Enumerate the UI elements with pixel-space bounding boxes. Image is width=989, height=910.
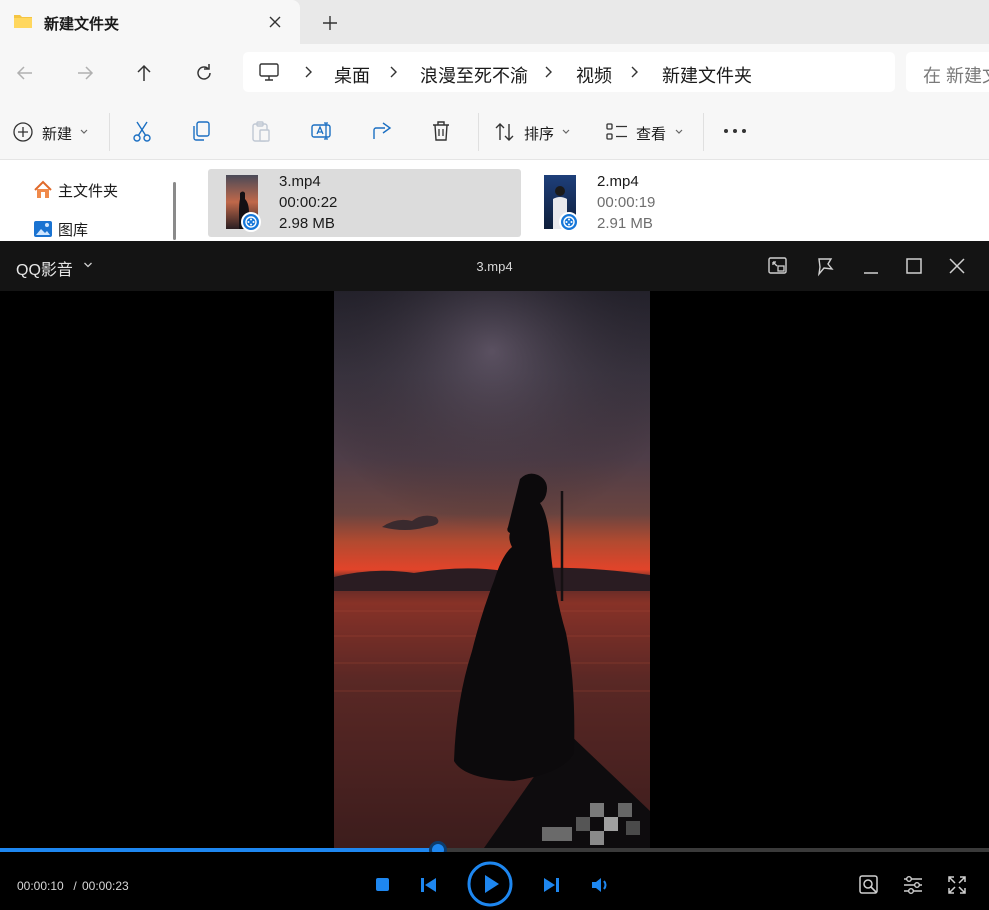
maximize-icon[interactable] bbox=[903, 255, 925, 277]
file-explorer-window: 新建文件夹 桌面 浪漫至死不渝 视频 新建文件夹 在 新建 新建 排序 查看 主… bbox=[0, 0, 989, 242]
navigation-bar: 桌面 浪漫至死不渝 视频 新建文件夹 在 新建文 bbox=[0, 44, 989, 102]
file-size: 2.98 MB bbox=[279, 215, 335, 232]
tab-bar: 新建文件夹 bbox=[0, 0, 989, 44]
close-icon[interactable] bbox=[946, 255, 968, 277]
sort-button[interactable]: 排序 bbox=[524, 123, 554, 144]
time-separator: / bbox=[70, 879, 81, 893]
toolbar-divider bbox=[703, 113, 704, 151]
forward-arrow-icon[interactable] bbox=[73, 61, 97, 85]
qq-player-badge-icon bbox=[559, 212, 579, 232]
current-time: 00:00:10 bbox=[17, 879, 64, 893]
play-button[interactable] bbox=[467, 861, 513, 907]
fullscreen-icon[interactable] bbox=[946, 874, 968, 896]
chevron-right-icon[interactable] bbox=[542, 64, 556, 80]
view-button[interactable]: 查看 bbox=[636, 123, 666, 144]
video-frame[interactable] bbox=[334, 291, 650, 848]
file-name: 2.mp4 bbox=[597, 173, 639, 190]
chevron-down-icon[interactable] bbox=[79, 128, 89, 136]
file-item[interactable]: 2.mp4 00:00:19 2.91 MB bbox=[526, 169, 839, 237]
qq-player-badge-icon bbox=[241, 212, 261, 232]
player-title-bar: QQ影音 3.mp4 bbox=[0, 241, 989, 291]
video-title: 3.mp4 bbox=[476, 259, 513, 274]
copy-icon[interactable] bbox=[190, 119, 212, 143]
video-player-window: QQ影音 3.mp4 00:00:10 / 00:00:23 bbox=[0, 241, 989, 910]
file-name: 3.mp4 bbox=[279, 173, 321, 190]
file-size: 2.91 MB bbox=[597, 215, 653, 232]
chevron-right-icon[interactable] bbox=[387, 64, 401, 80]
tab-new-folder[interactable]: 新建文件夹 bbox=[0, 0, 300, 44]
up-arrow-icon[interactable] bbox=[132, 61, 156, 85]
previous-icon[interactable] bbox=[420, 877, 438, 893]
mini-mode-icon[interactable] bbox=[767, 255, 789, 277]
back-arrow-icon[interactable] bbox=[13, 61, 37, 85]
close-tab-icon[interactable] bbox=[264, 11, 286, 33]
file-duration: 00:00:19 bbox=[597, 194, 656, 211]
chevron-down-icon[interactable] bbox=[561, 128, 571, 136]
gallery-icon bbox=[33, 219, 53, 239]
sort-icon[interactable] bbox=[494, 121, 516, 143]
sidebar-scrollbar[interactable] bbox=[173, 182, 176, 240]
address-breadcrumb[interactable]: 桌面 浪漫至死不渝 视频 新建文件夹 bbox=[243, 52, 895, 92]
chevron-right-icon[interactable] bbox=[628, 64, 642, 80]
pin-on-top-icon[interactable] bbox=[815, 255, 837, 277]
toolbar-divider bbox=[478, 113, 479, 151]
file-view: 主文件夹 图库 3.mp4 00:00:22 2.98 MB 2.mp4 00:… bbox=[0, 160, 989, 242]
home-icon bbox=[33, 180, 53, 200]
screenshot-search-icon[interactable] bbox=[858, 874, 880, 896]
cut-icon[interactable] bbox=[131, 119, 153, 143]
next-icon[interactable] bbox=[542, 877, 560, 893]
sidebar-item-label: 图库 bbox=[58, 222, 89, 239]
search-input[interactable]: 在 新建文 bbox=[906, 52, 989, 92]
chevron-down-icon[interactable] bbox=[674, 128, 684, 136]
toolbar-divider bbox=[109, 113, 110, 151]
chevron-right-icon[interactable] bbox=[302, 64, 316, 80]
share-icon[interactable] bbox=[370, 119, 394, 143]
delete-icon[interactable] bbox=[430, 119, 452, 143]
volume-icon[interactable] bbox=[590, 876, 612, 894]
breadcrumb-item[interactable]: 浪漫至死不渝 bbox=[420, 62, 528, 88]
view-list-icon[interactable] bbox=[606, 122, 628, 142]
playback-controls: 00:00:10 / 00:00:23 bbox=[0, 852, 989, 910]
new-button[interactable]: 新建 bbox=[42, 123, 72, 144]
search-placeholder: 在 新建文 bbox=[923, 66, 989, 86]
folder-icon bbox=[13, 12, 33, 30]
more-options-icon[interactable] bbox=[723, 128, 747, 134]
new-tab-button[interactable] bbox=[318, 11, 342, 35]
sidebar-item-label: 主文件夹 bbox=[58, 183, 119, 200]
stop-icon[interactable] bbox=[376, 878, 389, 891]
breadcrumb-item[interactable]: 桌面 bbox=[334, 62, 370, 88]
rename-icon[interactable] bbox=[310, 119, 334, 143]
plus-circle-icon[interactable] bbox=[12, 121, 34, 143]
total-time: 00:00:23 bbox=[82, 879, 129, 893]
settings-sliders-icon[interactable] bbox=[902, 874, 924, 896]
command-bar: 新建 排序 查看 bbox=[0, 102, 989, 160]
file-item[interactable]: 3.mp4 00:00:22 2.98 MB bbox=[208, 169, 521, 237]
minimize-icon[interactable] bbox=[860, 255, 882, 277]
file-duration: 00:00:22 bbox=[279, 194, 338, 211]
refresh-icon[interactable] bbox=[192, 61, 216, 85]
breadcrumb-item-current[interactable]: 新建文件夹 bbox=[662, 62, 752, 88]
computer-icon[interactable] bbox=[258, 61, 280, 83]
tab-label: 新建文件夹 bbox=[44, 16, 120, 33]
breadcrumb-item[interactable]: 视频 bbox=[576, 62, 612, 88]
paste-icon[interactable] bbox=[250, 119, 272, 143]
